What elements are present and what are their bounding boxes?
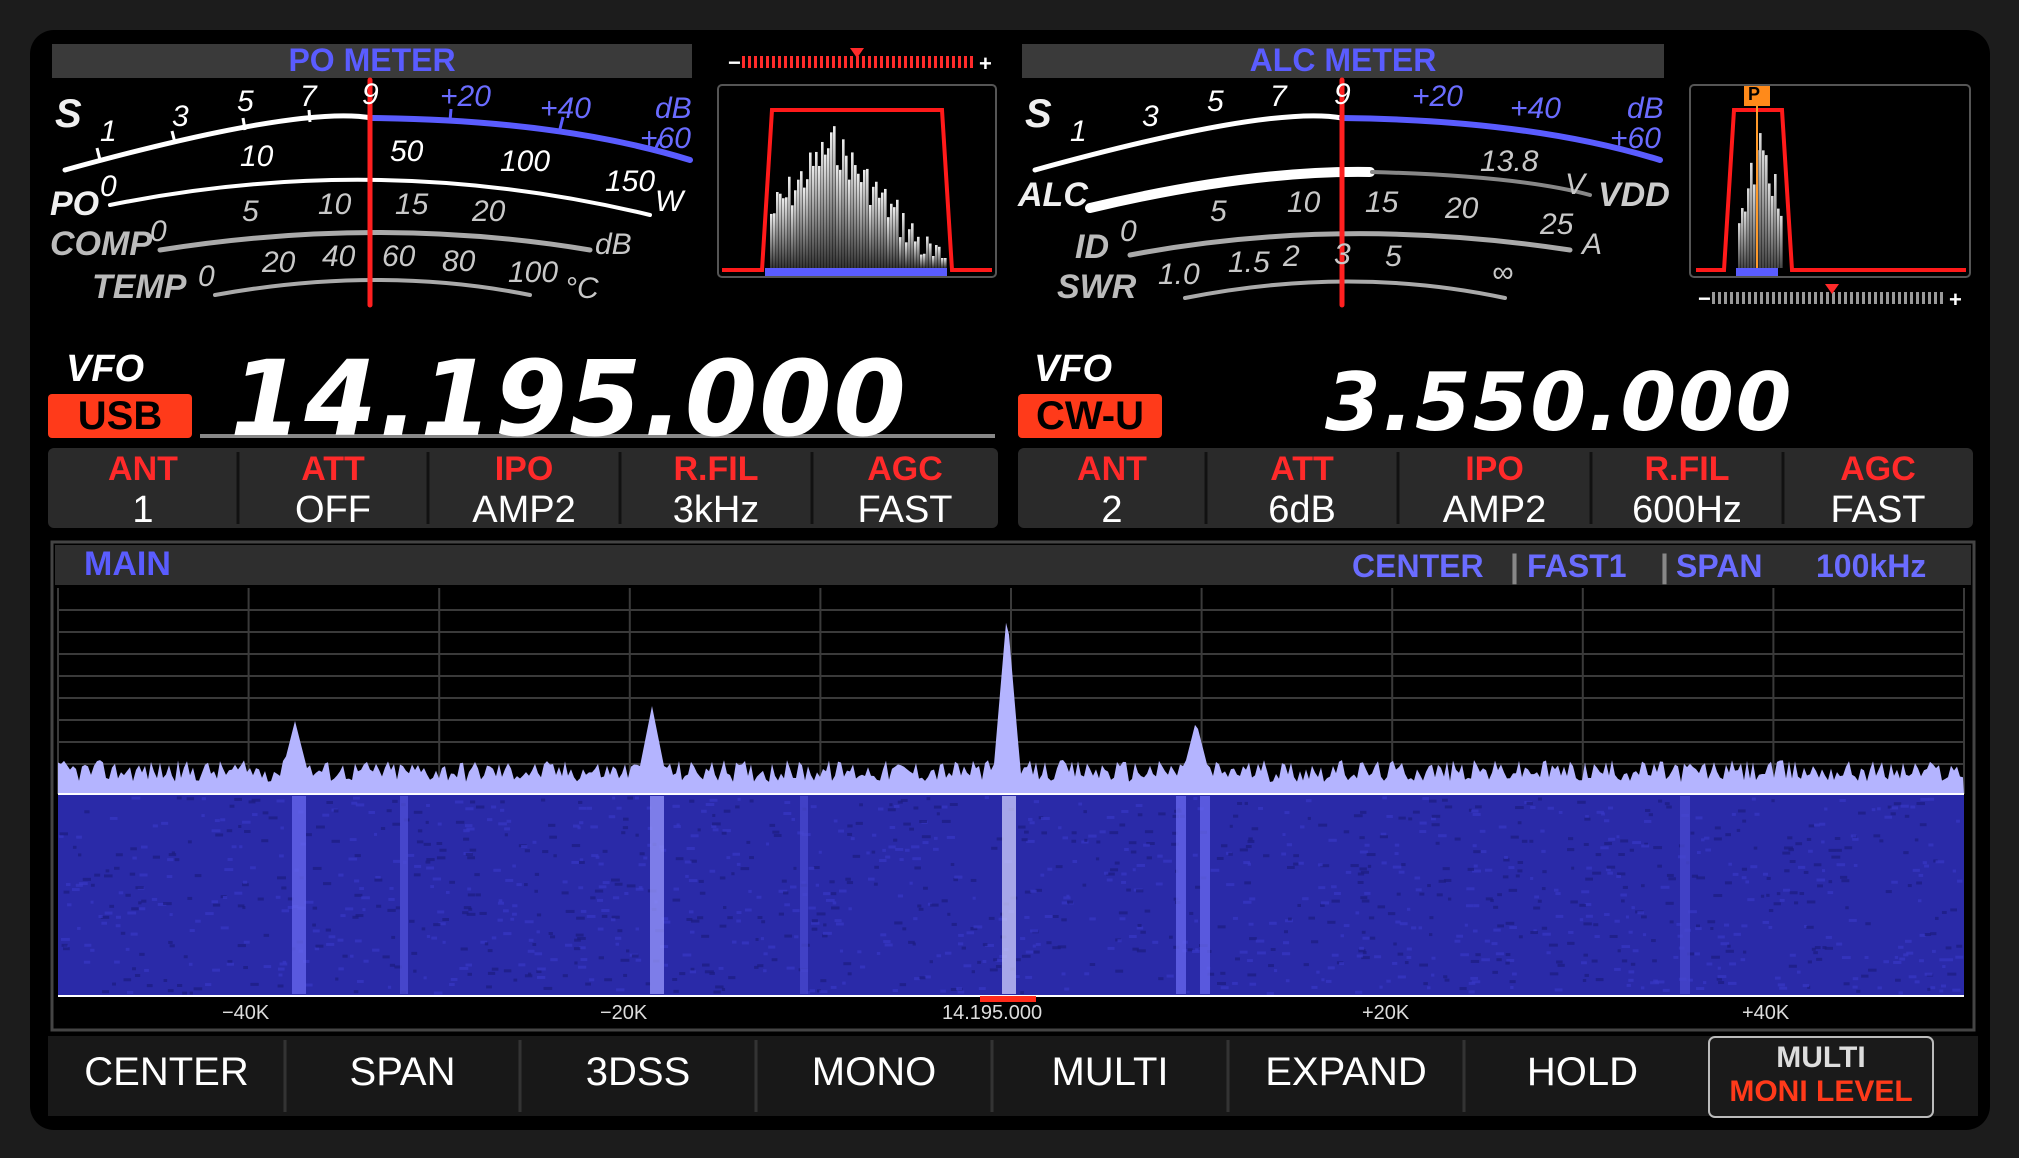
setting-b-rfil[interactable]: R.FIL 600Hz <box>1591 448 1783 531</box>
setting-value: FAST <box>857 489 953 531</box>
svg-text:−: − <box>728 50 741 75</box>
setting-a-att[interactable]: ATT OFF <box>238 448 428 531</box>
setting-value: AMP2 <box>472 489 576 531</box>
mono-key[interactable]: MONO <box>756 1050 992 1095</box>
multi-key[interactable]: MULTI <box>992 1050 1228 1095</box>
setting-label: ATT <box>1270 450 1334 488</box>
setting-label: AGC <box>867 450 943 488</box>
setting-label: R.FIL <box>673 450 759 488</box>
setting-value: OFF <box>295 489 371 531</box>
multi-key-top: MULTI <box>1776 1041 1866 1074</box>
hold-key[interactable]: HOLD <box>1464 1050 1701 1095</box>
setting-value: 1 <box>132 489 154 531</box>
svg-text:+: + <box>979 51 992 76</box>
multi-key-bottom: MONI LEVEL <box>1729 1075 1913 1108</box>
center-key[interactable]: CENTER <box>48 1050 285 1095</box>
setting-label: IPO <box>1465 450 1524 488</box>
svg-text:+: + <box>1949 287 1962 312</box>
multi-moni-level-key[interactable]: MULTI MONI LEVEL <box>1709 1037 1933 1117</box>
setting-b-agc[interactable]: AGC FAST <box>1783 448 1973 531</box>
span-key[interactable]: SPAN <box>285 1050 520 1095</box>
setting-value: AMP2 <box>1442 489 1547 531</box>
setting-b-att[interactable]: ATT 6dB <box>1206 448 1398 531</box>
setting-label: ATT <box>301 450 365 488</box>
setting-value: 600Hz <box>1632 489 1742 531</box>
setting-value: 6dB <box>1268 489 1336 531</box>
setting-label: ANT <box>1077 450 1147 488</box>
setting-label: ANT <box>108 450 178 488</box>
svg-text:−: − <box>1698 286 1711 311</box>
setting-label: R.FIL <box>1644 450 1730 488</box>
setting-label: IPO <box>494 450 554 488</box>
setting-a-ant[interactable]: ANT 1 <box>48 448 238 531</box>
setting-value: 3kHz <box>672 489 760 531</box>
setting-a-agc[interactable]: AGC FAST <box>812 448 998 531</box>
expand-key[interactable]: EXPAND <box>1228 1050 1464 1095</box>
setting-value: FAST <box>1830 489 1926 531</box>
setting-b-ipo[interactable]: IPO AMP2 <box>1398 448 1591 531</box>
setting-a-ipo[interactable]: IPO AMP2 <box>428 448 620 531</box>
setting-a-rfil[interactable]: R.FIL 3kHz <box>620 448 812 531</box>
setting-b-ant[interactable]: ANT 2 <box>1018 448 1206 531</box>
setting-value: 2 <box>1101 489 1123 531</box>
setting-label: AGC <box>1840 450 1916 488</box>
3dss-key[interactable]: 3DSS <box>520 1050 756 1095</box>
